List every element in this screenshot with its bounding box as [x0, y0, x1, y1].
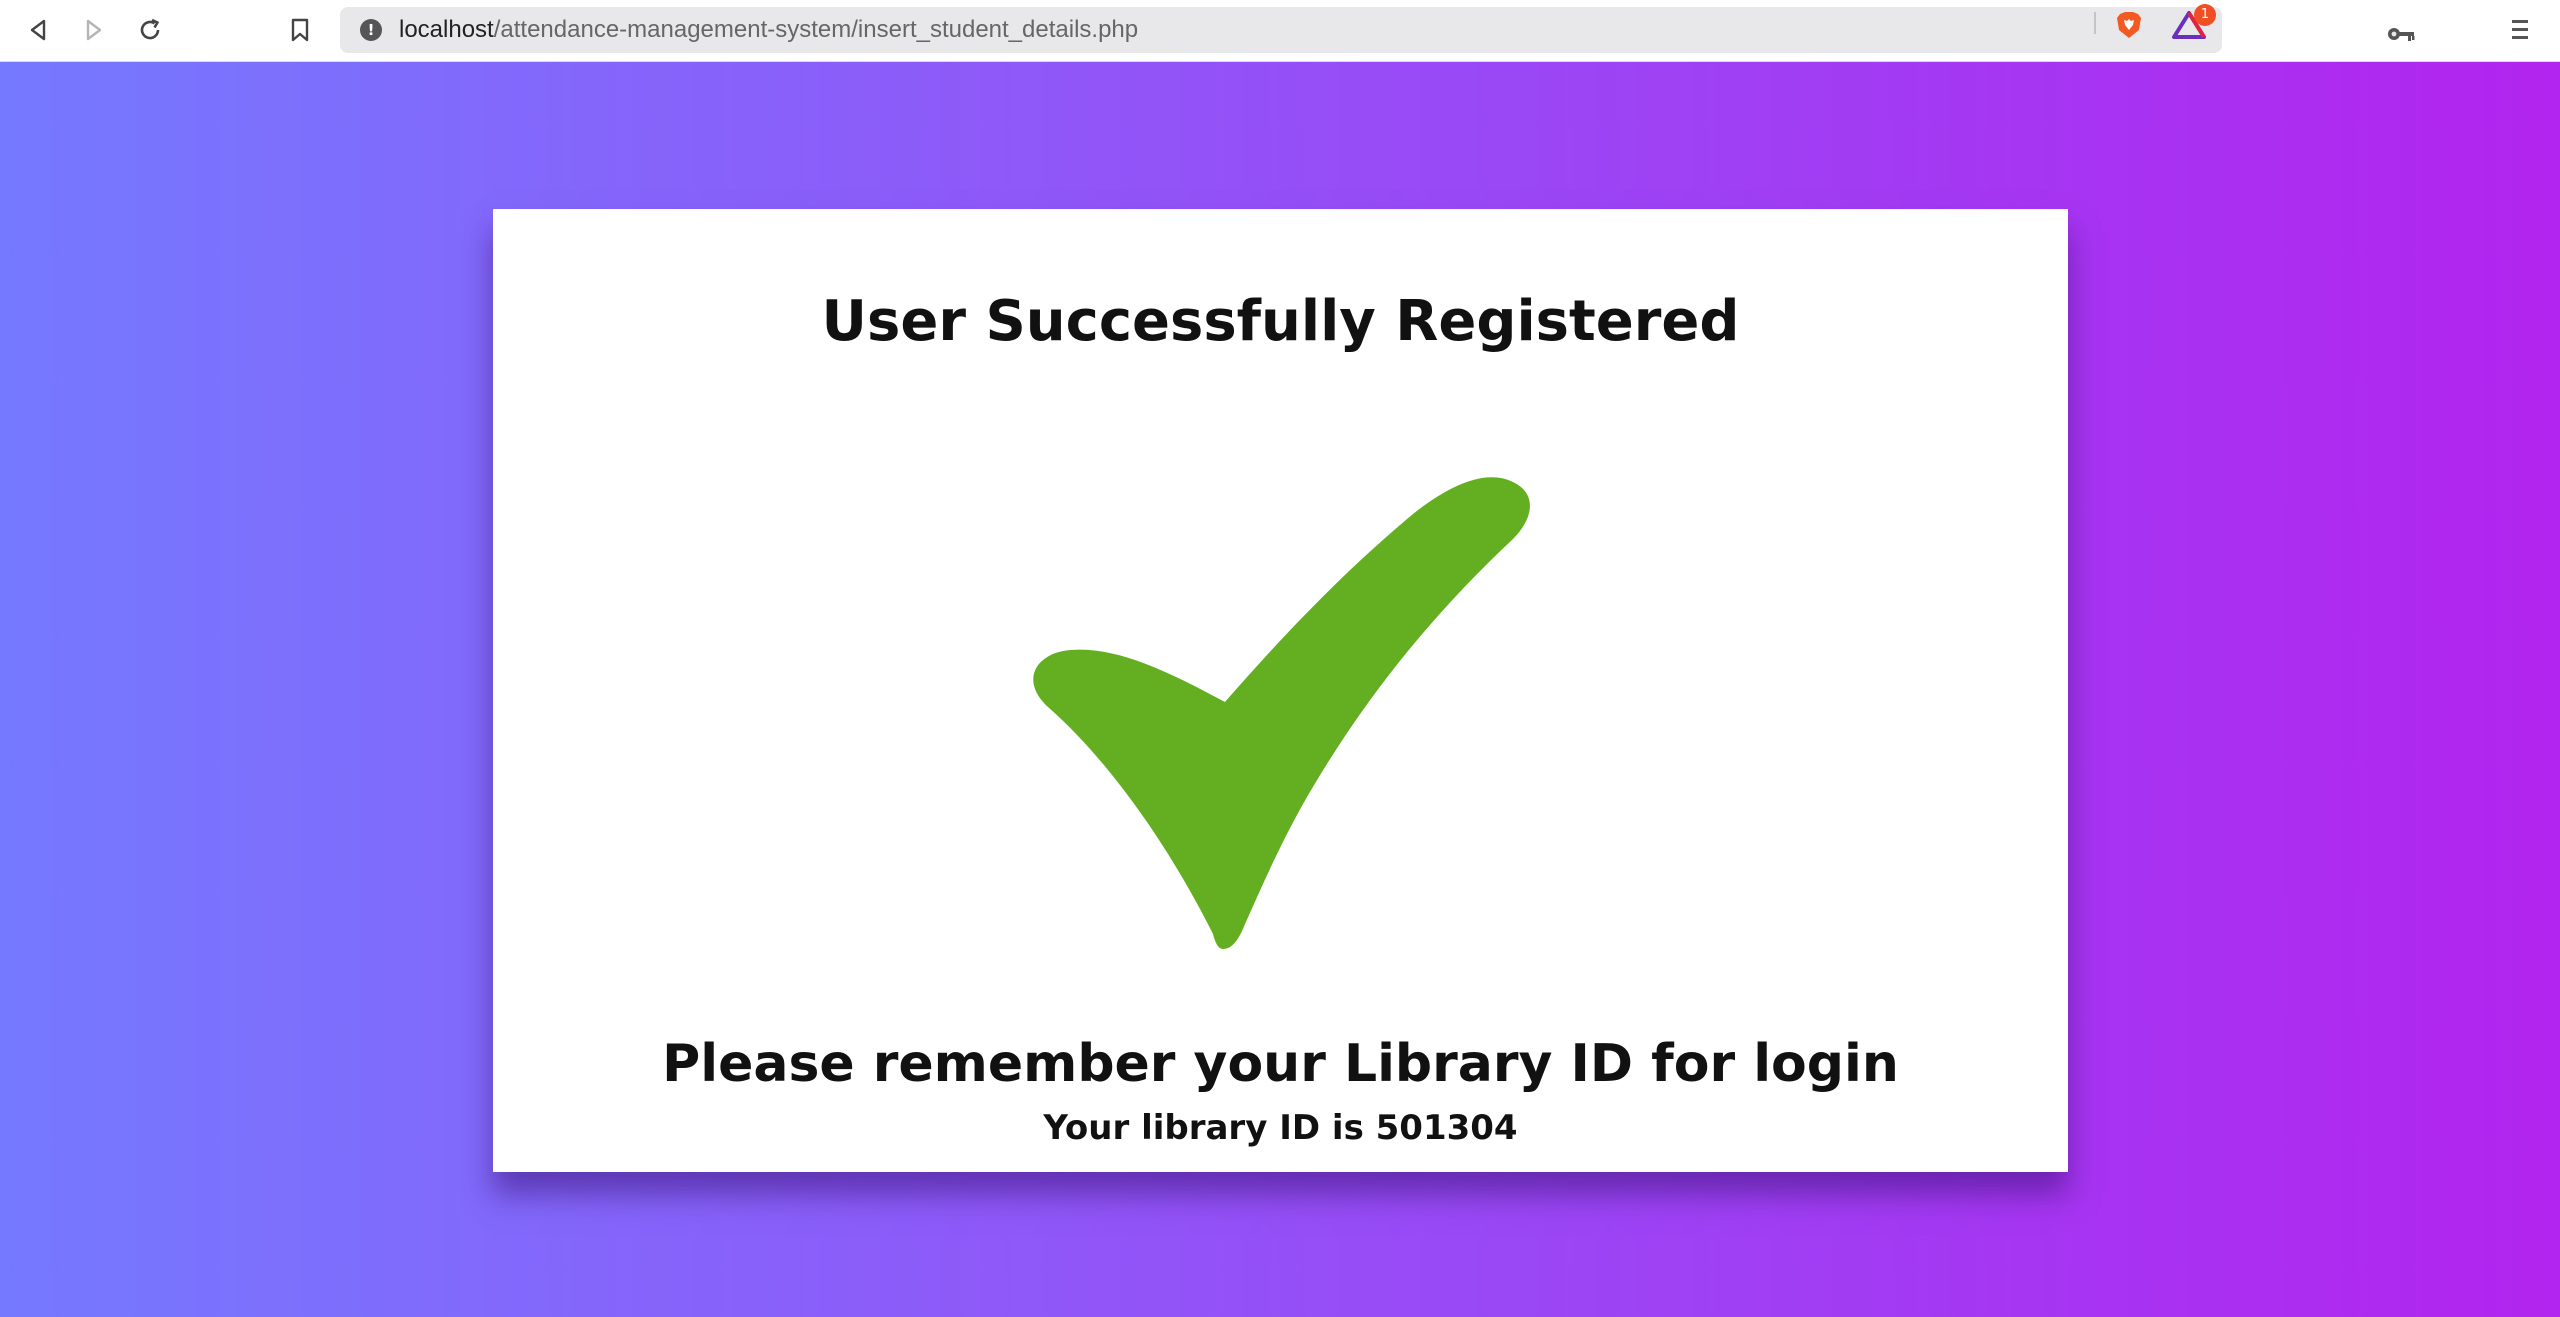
success-card: User Successfully Registered Please reme…	[493, 209, 2068, 1172]
url-path: /attendance-management-system/insert_stu…	[493, 16, 1139, 43]
url-text[interactable]: localhost/attendance-management-system/i…	[399, 17, 1138, 43]
page-title: User Successfully Registered	[821, 289, 1740, 354]
url-host: localhost	[399, 16, 494, 43]
browser-toolbar: ! localhost/attendance-management-system…	[0, 0, 2560, 62]
back-button[interactable]	[20, 12, 56, 48]
reload-button[interactable]	[132, 12, 168, 48]
forward-button[interactable]	[76, 12, 112, 48]
library-id-text: Your library ID is 501304	[1043, 1108, 1518, 1148]
reload-icon	[140, 18, 160, 40]
checkmark-icon	[1033, 477, 1530, 949]
address-bar[interactable]: ! localhost/attendance-management-system…	[340, 7, 2415, 53]
menu-button[interactable]	[2508, 14, 2532, 44]
rewards-badge: 1	[2194, 4, 2216, 26]
forward-icon	[86, 19, 102, 41]
toolbar-divider	[2094, 12, 2096, 34]
library-id-reminder: Please remember your Library ID for logi…	[662, 1034, 1899, 1094]
key-icon[interactable]	[2386, 23, 2416, 45]
bookmark-icon	[291, 18, 309, 42]
menu-icon	[2512, 19, 2528, 23]
bookmark-button[interactable]	[282, 12, 318, 48]
site-info-icon[interactable]: !	[360, 19, 382, 41]
brave-shield-icon[interactable]	[2114, 10, 2144, 40]
back-icon	[30, 19, 46, 41]
